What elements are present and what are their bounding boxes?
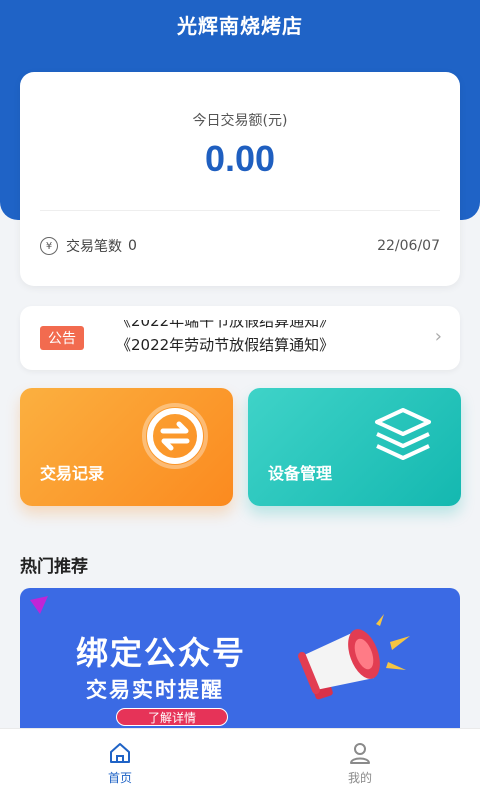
banner-headline: 绑定公众号 <box>76 634 247 672</box>
yen-icon: ¥ <box>40 237 58 255</box>
megaphone-icon <box>298 614 410 700</box>
stats-date: 22/06/07 <box>377 238 440 254</box>
transaction-count-value: 0 <box>128 238 137 254</box>
stats-footer: ¥ 交易笔数 0 22/06/07 <box>40 236 440 256</box>
hot-recommend-title: 热门推荐 <box>20 557 88 577</box>
stats-card: 今日交易额(元) 0.00 ¥ 交易笔数 0 22/06/07 <box>20 72 460 286</box>
layers-icon <box>375 408 431 460</box>
tab-home-label: 首页 <box>107 771 132 785</box>
device-management-label: 设备管理 <box>268 464 333 483</box>
triangle-decoration-icon <box>30 596 48 614</box>
user-icon <box>350 743 370 764</box>
page-title: 光辉南烧烤店 <box>177 14 303 38</box>
home-icon <box>110 743 130 763</box>
notice-bar[interactable]: 公告 《2022年端午节放假结算通知》 《2022年劳动节放假结算通知》 › <box>20 306 460 370</box>
tab-mine[interactable]: 我的 <box>240 729 480 800</box>
chevron-right-icon: › <box>434 326 442 347</box>
notice-item: 《2022年端午节放假结算通知》 <box>116 320 335 330</box>
notice-scroller: 《2022年端午节放假结算通知》 《2022年劳动节放假结算通知》 <box>116 320 406 356</box>
tab-mine-label: 我的 <box>347 771 372 785</box>
notice-item: 《2022年劳动节放假结算通知》 <box>116 336 335 354</box>
promo-banner[interactable]: 绑定公众号 交易实时提醒 了解详情 <box>20 588 460 738</box>
tab-home[interactable]: 首页 <box>0 729 240 800</box>
today-amount-value: 0.00 <box>204 138 276 179</box>
banner-subheadline: 交易实时提醒 <box>86 678 224 702</box>
device-management-tile[interactable]: 设备管理 <box>248 388 461 506</box>
transaction-records-tile[interactable]: 交易记录 <box>20 388 233 506</box>
notice-badge: 公告 <box>40 326 84 350</box>
today-amount-label: 今日交易额(元) <box>192 113 288 129</box>
exchange-icon <box>142 403 208 469</box>
transaction-count-label: 交易笔数 <box>66 239 122 255</box>
transaction-records-label: 交易记录 <box>40 464 105 483</box>
learn-more-button[interactable]: 了解详情 <box>116 708 228 726</box>
bottom-tab-bar: 首页 我的 <box>0 728 480 800</box>
divider <box>40 210 440 211</box>
